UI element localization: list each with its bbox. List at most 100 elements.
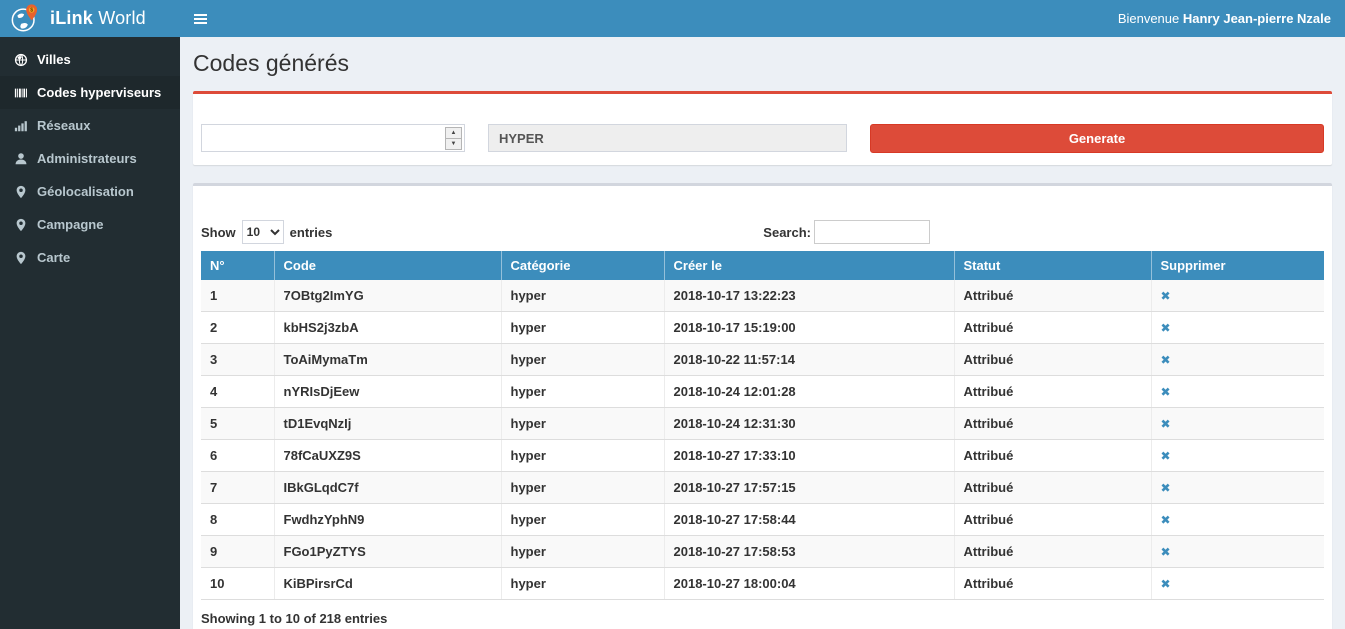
cell-category: hyper: [501, 440, 664, 472]
column-header-code[interactable]: Code: [274, 251, 501, 280]
table-row: 10 KiBPirsrCd hyper 2018-10-27 18:00:04 …: [201, 568, 1324, 600]
main-content: Codes générés ▲ ▼ Generate Show 1: [180, 37, 1345, 629]
delete-icon[interactable]: ✖: [1161, 289, 1171, 303]
stepper-up-icon[interactable]: ▲: [446, 128, 461, 138]
cell-code: tD1EvqNzIj: [274, 408, 501, 440]
map-marker-icon: [14, 218, 28, 232]
user-icon: [14, 152, 28, 166]
column-header-num[interactable]: N°: [201, 251, 274, 280]
sidebar-item-geolocalisation[interactable]: Géolocalisation: [0, 175, 180, 208]
cell-created: 2018-10-17 13:22:23: [664, 280, 954, 312]
sidebar-item-label: Campagne: [37, 217, 103, 232]
search-group: Search:: [763, 220, 930, 244]
page-length-select[interactable]: 10: [242, 220, 284, 244]
entries-label: entries: [290, 225, 333, 240]
delete-icon[interactable]: ✖: [1161, 513, 1171, 527]
cell-code: 78fCaUXZ9S: [274, 440, 501, 472]
cell-code: FGo1PyZTYS: [274, 536, 501, 568]
sidebar: Villes Codes hyperviseurs Réseaux: [0, 37, 180, 629]
delete-icon[interactable]: ✖: [1161, 385, 1171, 399]
cell-created: 2018-10-24 12:31:30: [664, 408, 954, 440]
cell-category: hyper: [501, 376, 664, 408]
cell-code: kbHS2j3zbA: [274, 312, 501, 344]
column-header-creer-le[interactable]: Créer le: [664, 251, 954, 280]
table-info: Showing 1 to 10 of 218 entries: [201, 611, 1324, 626]
cell-created: 2018-10-24 12:01:28: [664, 376, 954, 408]
delete-icon[interactable]: ✖: [1161, 577, 1171, 591]
globe-pin-logo-icon: $: [10, 3, 42, 35]
sidebar-item-villes[interactable]: Villes: [0, 43, 180, 76]
cell-category: hyper: [501, 280, 664, 312]
svg-text:$: $: [30, 7, 33, 13]
table-row: 6 78fCaUXZ9S hyper 2018-10-27 17:33:10 A…: [201, 440, 1324, 472]
cell-category: hyper: [501, 472, 664, 504]
barcode-icon: [14, 86, 28, 100]
sidebar-item-campagne[interactable]: Campagne: [0, 208, 180, 241]
table-row: 1 7OBtg2ImYG hyper 2018-10-17 13:22:23 A…: [201, 280, 1324, 312]
cell-code: KiBPirsrCd: [274, 568, 501, 600]
delete-icon[interactable]: ✖: [1161, 481, 1171, 495]
sidebar-item-reseaux[interactable]: Réseaux: [0, 109, 180, 142]
cell-num: 8: [201, 504, 274, 536]
column-header-statut[interactable]: Statut: [954, 251, 1151, 280]
cell-status: Attribué: [954, 536, 1151, 568]
brand-title: iLink World: [50, 8, 146, 29]
delete-icon[interactable]: ✖: [1161, 417, 1171, 431]
cell-status: Attribué: [954, 312, 1151, 344]
sidebar-item-codes-hyperviseurs[interactable]: Codes hyperviseurs: [0, 76, 180, 109]
sidebar-item-label: Villes: [37, 52, 71, 67]
column-header-categorie[interactable]: Catégorie: [501, 251, 664, 280]
sidebar-item-label: Réseaux: [37, 118, 90, 133]
map-marker-icon: [14, 251, 28, 265]
cell-created: 2018-10-27 17:58:53: [664, 536, 954, 568]
cell-status: Attribué: [954, 408, 1151, 440]
app-logo[interactable]: $ iLink World: [0, 0, 180, 37]
cell-status: Attribué: [954, 440, 1151, 472]
cell-category: hyper: [501, 312, 664, 344]
cell-num: 7: [201, 472, 274, 504]
delete-icon[interactable]: ✖: [1161, 321, 1171, 335]
category-field[interactable]: [488, 124, 847, 152]
sidebar-item-carte[interactable]: Carte: [0, 241, 180, 274]
page-title: Codes générés: [193, 50, 1332, 77]
delete-icon[interactable]: ✖: [1161, 545, 1171, 559]
delete-icon[interactable]: ✖: [1161, 353, 1171, 367]
sidebar-item-label: Carte: [37, 250, 70, 265]
stepper-buttons: ▲ ▼: [445, 127, 462, 150]
table-toolbar: Show 10 entries Search:: [201, 220, 1324, 244]
stepper-down-icon[interactable]: ▼: [446, 138, 461, 149]
navbar: Bienvenue Hanry Jean-pierre Nzale: [180, 0, 1345, 37]
sidebar-item-administrateurs[interactable]: Administrateurs: [0, 142, 180, 175]
quantity-input[interactable]: [201, 124, 465, 152]
cell-num: 6: [201, 440, 274, 472]
codes-table-box: Show 10 entries Search: N° Code Catégori…: [193, 183, 1332, 629]
search-label: Search:: [763, 225, 811, 240]
map-marker-icon: [14, 185, 28, 199]
cell-status: Attribué: [954, 280, 1151, 312]
delete-icon[interactable]: ✖: [1161, 449, 1171, 463]
cell-num: 1: [201, 280, 274, 312]
welcome-label: Bienvenue: [1118, 11, 1183, 26]
cell-created: 2018-10-27 17:57:15: [664, 472, 954, 504]
cell-status: Attribué: [954, 376, 1151, 408]
generate-button[interactable]: Generate: [870, 124, 1324, 153]
table-row: 3 ToAiMymaTm hyper 2018-10-22 11:57:14 A…: [201, 344, 1324, 376]
cell-category: hyper: [501, 344, 664, 376]
cell-num: 5: [201, 408, 274, 440]
sidebar-item-label: Administrateurs: [37, 151, 137, 166]
cell-category: hyper: [501, 504, 664, 536]
codes-table: N° Code Catégorie Créer le Statut Suppri…: [201, 251, 1324, 600]
signal-icon: [14, 119, 28, 133]
sidebar-toggle-icon[interactable]: [180, 14, 221, 24]
table-row: 2 kbHS2j3zbA hyper 2018-10-17 15:19:00 A…: [201, 312, 1324, 344]
cell-num: 2: [201, 312, 274, 344]
quantity-stepper: ▲ ▼: [201, 124, 465, 153]
cell-created: 2018-10-22 11:57:14: [664, 344, 954, 376]
search-input[interactable]: [814, 220, 930, 244]
user-menu[interactable]: Bienvenue Hanry Jean-pierre Nzale: [1118, 11, 1345, 26]
column-header-supprimer[interactable]: Supprimer: [1151, 251, 1324, 280]
table-row: 7 IBkGLqdC7f hyper 2018-10-27 17:57:15 A…: [201, 472, 1324, 504]
cell-status: Attribué: [954, 504, 1151, 536]
sidebar-item-label: Codes hyperviseurs: [37, 85, 161, 100]
cell-created: 2018-10-17 15:19:00: [664, 312, 954, 344]
